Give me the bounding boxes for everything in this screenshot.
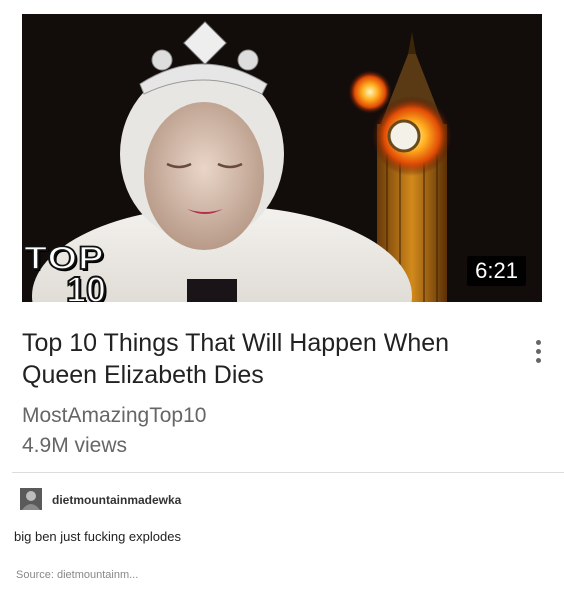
video-thumbnail[interactable]: TOP 10 6:21 [22, 14, 542, 302]
divider [12, 472, 564, 473]
channel-name[interactable]: MostAmazingTop10 [22, 402, 206, 430]
video-title[interactable]: Top 10 Things That Will Happen When Quee… [22, 327, 492, 391]
avatar[interactable] [20, 488, 42, 510]
video-duration-badge: 6:21 [467, 256, 526, 286]
post-comment: big ben just fucking explodes [14, 529, 181, 544]
top10-logo: TOP 10 [23, 240, 134, 303]
vertical-ellipsis-icon[interactable] [532, 340, 544, 370]
post-source-link[interactable]: Source: dietmountainm... [16, 568, 138, 582]
logo-line2: 10 [65, 269, 107, 303]
post-username[interactable]: dietmountainmadewka [52, 493, 181, 507]
view-count: 4.9M views [22, 434, 128, 457]
